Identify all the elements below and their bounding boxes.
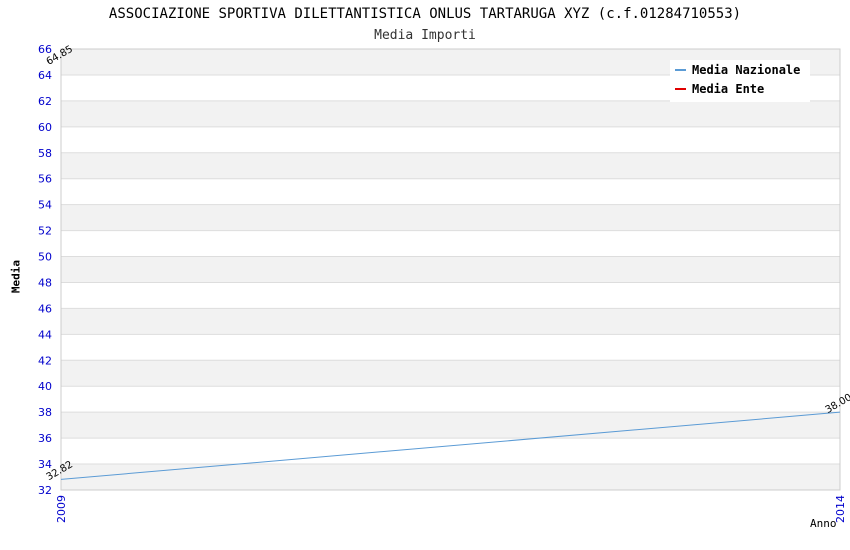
y-tick-label: 48 (38, 276, 52, 289)
y-tick-label: 54 (38, 199, 52, 212)
y-axis-label: Media (9, 259, 23, 294)
chart-legend: Media Nazionale Media Ente (670, 60, 810, 102)
y-tick-label: 32 (38, 484, 52, 497)
y-tick-label: 46 (38, 302, 52, 315)
grid-band (61, 100, 840, 127)
y-tick-label: 36 (38, 432, 52, 445)
y-tick-label: 52 (38, 225, 52, 238)
y-tick-label: 34 (38, 458, 52, 471)
y-tick-label: 50 (38, 251, 52, 264)
y-tick-label: 38 (38, 406, 52, 419)
grid-band (61, 412, 840, 439)
legend-swatch-media-ente (675, 87, 686, 90)
y-tick-label: 64 (38, 69, 52, 82)
y-tick-label: 40 (38, 380, 52, 393)
grid-band (61, 152, 840, 179)
grid-band (61, 256, 840, 283)
y-tick-label: 42 (38, 354, 52, 367)
legend-swatch-media-nazionale (675, 68, 686, 71)
x-axis-label: Anno (810, 517, 837, 530)
grid-band (61, 308, 840, 335)
legend-label-media-ente: Media Ente (692, 81, 765, 96)
y-tick-label: 44 (38, 328, 52, 341)
grid-band (61, 360, 840, 387)
legend-item-media-ente: Media Ente (670, 79, 810, 98)
x-tick-label: 2009 (55, 495, 68, 523)
legend-item-media-nazionale: Media Nazionale (670, 60, 810, 79)
grid-band (61, 464, 840, 490)
y-tick-label: 58 (38, 147, 52, 160)
legend-label-media-nazionale: Media Nazionale (692, 62, 801, 77)
y-tick-label: 56 (38, 173, 52, 186)
y-tick-label: 62 (38, 95, 52, 108)
grid-band (61, 204, 840, 231)
y-tick-label: 60 (38, 121, 52, 134)
chart-subtitle: Media Importi (374, 28, 476, 43)
chart-title: ASSOCIAZIONE SPORTIVA DILETTANTISTICA ON… (108, 6, 742, 22)
